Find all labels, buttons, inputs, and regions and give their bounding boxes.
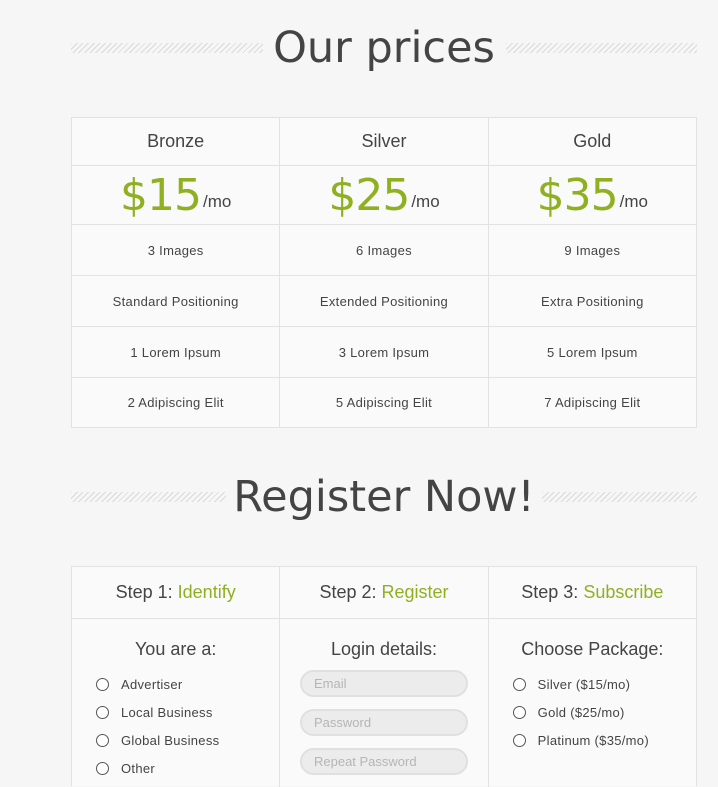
feature-cell: 5 Lorem Ipsum xyxy=(489,327,696,377)
feature-cell: Extended Positioning xyxy=(280,276,489,326)
feature-text: Extra Positioning xyxy=(540,293,644,309)
plan-name: Bronze xyxy=(147,131,205,151)
register-steps: Step 1: Identify Step 2: Register Step 3… xyxy=(71,566,697,787)
package-option-gold[interactable]: Gold ($25/mo) xyxy=(489,698,696,726)
email-field[interactable] xyxy=(299,670,468,697)
feature-text: 2 Adipiscing Elit xyxy=(127,395,224,410)
step-subscribe: Step 3: Subscribe xyxy=(489,567,696,618)
role-option-local-business[interactable]: Local Business xyxy=(72,698,279,726)
radio-label: Gold ($25/mo) xyxy=(537,704,625,720)
price-amount: $35 xyxy=(536,169,619,221)
plan-header-silver: Silver xyxy=(280,118,489,165)
repeat-password-field[interactable] xyxy=(299,748,468,775)
radio-button[interactable] xyxy=(96,761,109,775)
feature-cell: 3 Lorem Ipsum xyxy=(280,327,489,377)
password-field[interactable] xyxy=(299,709,468,736)
step-name: Subscribe xyxy=(583,582,664,602)
plan-name: Gold xyxy=(573,131,612,151)
feature-cell: 5 Adipiscing Elit xyxy=(280,378,489,427)
feature-cell: 6 Images xyxy=(280,225,489,275)
radio-label: Silver ($15/mo) xyxy=(537,676,631,692)
feature-text: 9 Images xyxy=(564,242,621,258)
feature-text: 6 Images xyxy=(356,242,412,258)
feature-text: 5 Adipiscing Elit xyxy=(335,395,433,410)
feature-text: 7 Adipiscing Elit xyxy=(544,395,641,410)
step-name: Register xyxy=(381,582,449,602)
identify-panel: You are a: Advertiser Local Business Glo… xyxy=(72,619,281,787)
step-register: Step 2: Register xyxy=(280,567,489,618)
step-identify: Step 1: Identify xyxy=(72,567,281,618)
price-unit: /mo xyxy=(202,192,232,211)
feature-cell: 7 Adipiscing Elit xyxy=(489,378,696,427)
radio-button[interactable] xyxy=(96,705,109,719)
register-title: Register Now! xyxy=(233,472,535,522)
login-panel: Login details: xyxy=(280,619,489,787)
step-prefix: Step 1: xyxy=(115,582,178,602)
role-option-global-business[interactable]: Global Business xyxy=(72,726,279,754)
feature-text: Extended Positioning xyxy=(319,293,449,309)
step-name: Identify xyxy=(177,582,236,602)
radio-button[interactable] xyxy=(96,733,109,747)
price-amount: $25 xyxy=(328,169,410,221)
radio-label: Local Business xyxy=(121,704,213,720)
feature-cell: 9 Images xyxy=(489,225,696,275)
package-title: Choose Package: xyxy=(521,639,664,659)
radio-label: Platinum ($35/mo) xyxy=(537,732,649,748)
price-unit: /mo xyxy=(619,192,648,211)
login-title: Login details: xyxy=(330,639,438,659)
plan-header-gold: Gold xyxy=(489,118,696,165)
feature-cell: Standard Positioning xyxy=(72,276,281,326)
feature-cell: 1 Lorem Ipsum xyxy=(72,327,281,377)
radio-label: Advertiser xyxy=(121,676,183,692)
radio-button[interactable] xyxy=(512,677,526,691)
step-prefix: Step 2: xyxy=(319,582,382,602)
role-option-other[interactable]: Other xyxy=(72,754,279,782)
feature-cell: Extra Positioning xyxy=(489,276,696,326)
radio-label: Global Business xyxy=(121,732,220,748)
price-unit: /mo xyxy=(411,192,440,211)
plan-header-bronze: Bronze xyxy=(72,118,281,165)
feature-text: 3 Lorem Ipsum xyxy=(338,344,430,360)
plan-price-silver: $25/mo xyxy=(280,166,489,224)
feature-text: Standard Positioning xyxy=(112,293,239,309)
package-panel: Choose Package: Silver ($15/mo) Gold ($2… xyxy=(489,619,696,787)
feature-text: 1 Lorem Ipsum xyxy=(130,344,221,360)
package-option-silver[interactable]: Silver ($15/mo) xyxy=(489,670,696,698)
radio-button[interactable] xyxy=(96,677,109,691)
step-prefix: Step 3: xyxy=(521,582,584,602)
feature-cell: 3 Images xyxy=(72,225,281,275)
plan-price-bronze: $15/mo xyxy=(72,166,281,224)
role-option-advertiser[interactable]: Advertiser xyxy=(72,670,279,698)
feature-text: 3 Images xyxy=(147,242,204,258)
radio-button[interactable] xyxy=(512,705,526,719)
identify-title: You are a: xyxy=(134,639,217,659)
price-amount: $15 xyxy=(120,169,202,221)
feature-text: 5 Lorem Ipsum xyxy=(547,344,638,360)
radio-button[interactable] xyxy=(512,733,526,747)
plan-price-gold: $35/mo xyxy=(489,166,696,224)
prices-title: Our prices xyxy=(273,23,495,73)
feature-cell: 2 Adipiscing Elit xyxy=(72,378,281,427)
package-option-platinum[interactable]: Platinum ($35/mo) xyxy=(489,726,696,754)
plan-name: Silver xyxy=(361,131,407,151)
pricing-table: Bronze Silver Gold $15/mo $25/mo $35/mo … xyxy=(71,117,697,428)
